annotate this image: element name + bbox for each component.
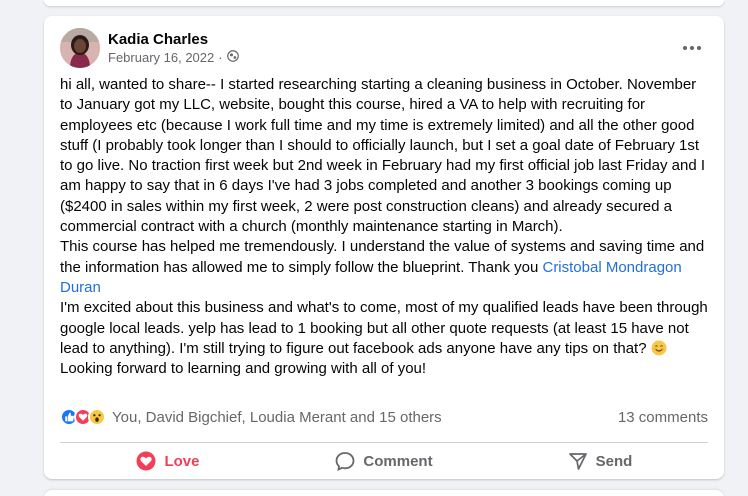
separator-dot: · bbox=[218, 50, 223, 65]
post-date[interactable]: February 16, 2022 bbox=[108, 50, 214, 66]
globe-icon[interactable] bbox=[226, 50, 239, 66]
comment-icon bbox=[335, 451, 355, 471]
author-name[interactable]: Kadia Charles bbox=[108, 30, 208, 50]
divider bbox=[60, 442, 708, 443]
dot-icon bbox=[683, 46, 687, 50]
post-paragraph: hi all, wanted to share-- I started rese… bbox=[60, 76, 706, 236]
post-paragraph: Looking forward to learning and growing … bbox=[60, 360, 427, 378]
post-meta: February 16, 2022 · bbox=[108, 50, 239, 66]
send-icon bbox=[568, 451, 588, 471]
send-button[interactable]: Send bbox=[492, 444, 708, 478]
previous-post-card bbox=[44, 0, 724, 6]
post-paragraph: This course has helped me tremendously. … bbox=[60, 237, 710, 298]
post-card: Kadia Charles February 16, 2022 · hi all… bbox=[44, 16, 724, 479]
reactions-row: You, David Bigchief, Loudia Merant and 1… bbox=[60, 404, 708, 430]
post-text: I'm excited about this business and what… bbox=[60, 299, 708, 357]
next-post-card bbox=[44, 490, 724, 496]
dot-icon bbox=[690, 46, 694, 50]
reaction-names[interactable]: You, David Bigchief, Loudia Merant and 1… bbox=[112, 409, 442, 426]
wow-icon bbox=[88, 408, 106, 426]
comments-count[interactable]: 13 comments bbox=[618, 409, 708, 426]
post-header: Kadia Charles February 16, 2022 · bbox=[60, 28, 708, 68]
dot-icon bbox=[697, 46, 701, 50]
comment-label: Comment bbox=[363, 452, 433, 470]
more-options-button[interactable] bbox=[676, 32, 708, 64]
love-label: Love bbox=[164, 452, 200, 470]
comment-button[interactable]: Comment bbox=[276, 444, 492, 478]
post-body: hi all, wanted to share-- I started rese… bbox=[60, 75, 710, 379]
love-button[interactable]: Love bbox=[60, 444, 276, 478]
avatar[interactable] bbox=[60, 28, 100, 68]
send-label: Send bbox=[595, 452, 633, 470]
love-icon bbox=[136, 451, 156, 471]
action-bar: Love Comment Send bbox=[60, 444, 708, 478]
reactions-summary[interactable]: You, David Bigchief, Loudia Merant and 1… bbox=[60, 408, 442, 426]
post-paragraph: I'm excited about this business and what… bbox=[60, 298, 710, 359]
reaction-icons bbox=[60, 408, 106, 426]
smile-emoji-icon bbox=[651, 340, 667, 356]
